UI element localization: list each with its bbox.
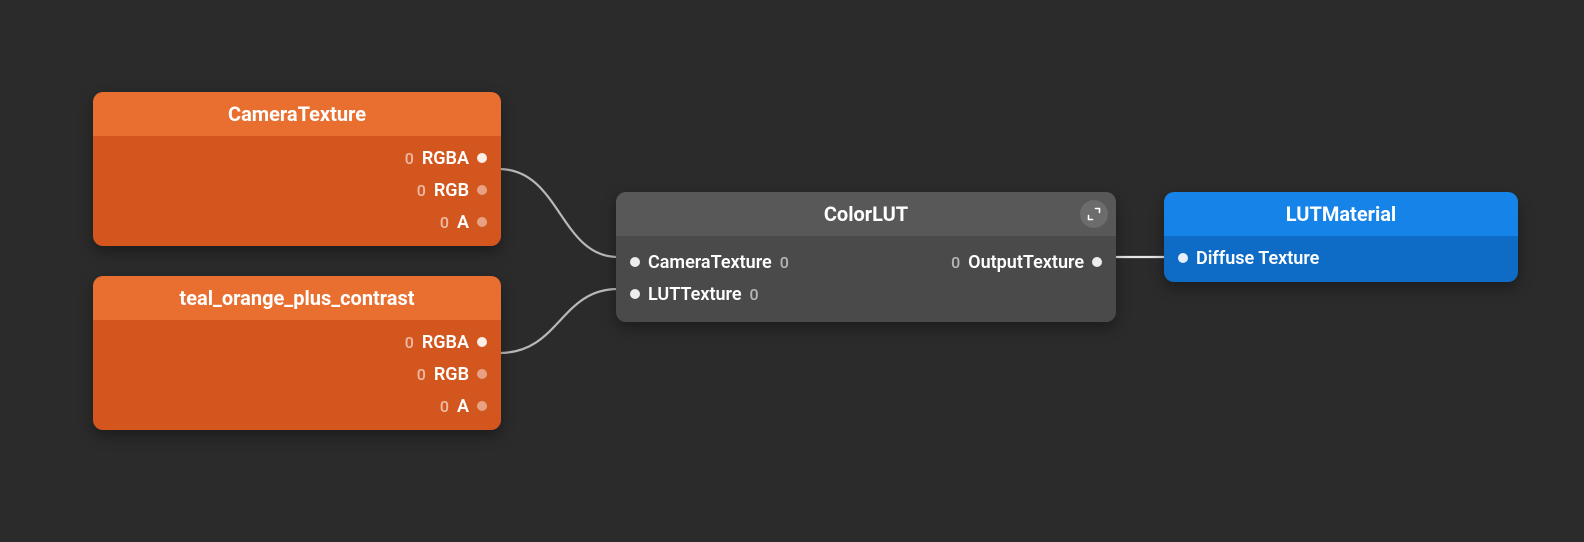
port-socket-icon[interactable] bbox=[630, 289, 640, 299]
port-zero: 0 bbox=[405, 149, 414, 168]
input-port-lut-texture[interactable]: LUTTexture 0 bbox=[616, 278, 803, 310]
port-zero: 0 bbox=[750, 285, 759, 304]
port-zero: 0 bbox=[780, 253, 789, 272]
port-socket-icon[interactable] bbox=[477, 153, 487, 163]
node-body: Diffuse Texture bbox=[1164, 236, 1518, 282]
output-port-a[interactable]: 0 A bbox=[93, 390, 501, 422]
output-port-rgb[interactable]: 0 RGB bbox=[93, 174, 501, 206]
port-socket-icon[interactable] bbox=[477, 185, 487, 195]
node-header[interactable]: teal_orange_plus_contrast bbox=[93, 276, 501, 320]
node-lut-material[interactable]: LUTMaterial Diffuse Texture bbox=[1164, 192, 1518, 282]
input-port-camera-texture[interactable]: CameraTexture 0 bbox=[616, 246, 803, 278]
port-socket-icon[interactable] bbox=[1092, 257, 1102, 267]
port-zero: 0 bbox=[417, 365, 426, 384]
port-label: RGB bbox=[434, 364, 469, 385]
port-socket-icon[interactable] bbox=[477, 401, 487, 411]
node-header[interactable]: LUTMaterial bbox=[1164, 192, 1518, 236]
node-camera-texture[interactable]: CameraTexture 0 RGBA 0 RGB 0 A bbox=[93, 92, 501, 246]
port-label: A bbox=[457, 396, 469, 417]
port-label: LUTTexture bbox=[648, 284, 742, 305]
output-port-rgba[interactable]: 0 RGBA bbox=[93, 142, 501, 174]
port-label: Diffuse Texture bbox=[1196, 248, 1319, 269]
port-socket-icon[interactable] bbox=[477, 369, 487, 379]
port-zero: 0 bbox=[440, 213, 449, 232]
node-title: teal_orange_plus_contrast bbox=[179, 286, 414, 310]
output-port-rgb[interactable]: 0 RGB bbox=[93, 358, 501, 390]
port-label: RGBA bbox=[422, 332, 469, 353]
output-port-output-texture[interactable]: 0 OutputTexture bbox=[937, 246, 1116, 278]
port-socket-icon[interactable] bbox=[477, 337, 487, 347]
port-zero: 0 bbox=[440, 397, 449, 416]
port-label: RGBA bbox=[422, 148, 469, 169]
port-label: RGB bbox=[434, 180, 469, 201]
node-body: 0 RGBA 0 RGB 0 A bbox=[93, 136, 501, 246]
port-label: OutputTexture bbox=[968, 252, 1084, 273]
expand-subgraph-icon[interactable] bbox=[1080, 200, 1108, 228]
node-title: ColorLUT bbox=[824, 202, 908, 226]
node-header[interactable]: ColorLUT bbox=[616, 192, 1116, 236]
port-socket-icon[interactable] bbox=[1178, 253, 1188, 263]
port-socket-icon[interactable] bbox=[477, 217, 487, 227]
node-body: CameraTexture 0 LUTTexture 0 0 OutputTex… bbox=[616, 236, 1116, 322]
node-title: LUTMaterial bbox=[1286, 202, 1396, 226]
output-port-a[interactable]: 0 A bbox=[93, 206, 501, 238]
output-port-rgba[interactable]: 0 RGBA bbox=[93, 326, 501, 358]
port-zero: 0 bbox=[951, 253, 960, 272]
port-zero: 0 bbox=[405, 333, 414, 352]
node-color-lut[interactable]: ColorLUT CameraTexture 0 LUTTexture 0 bbox=[616, 192, 1116, 322]
port-socket-icon[interactable] bbox=[630, 257, 640, 267]
node-teal-orange[interactable]: teal_orange_plus_contrast 0 RGBA 0 RGB 0… bbox=[93, 276, 501, 430]
port-zero: 0 bbox=[417, 181, 426, 200]
port-label: A bbox=[457, 212, 469, 233]
node-header[interactable]: CameraTexture bbox=[93, 92, 501, 136]
node-body: 0 RGBA 0 RGB 0 A bbox=[93, 320, 501, 430]
port-label: CameraTexture bbox=[648, 252, 772, 273]
node-title: CameraTexture bbox=[228, 102, 366, 126]
input-port-diffuse-texture[interactable]: Diffuse Texture bbox=[1164, 242, 1518, 274]
